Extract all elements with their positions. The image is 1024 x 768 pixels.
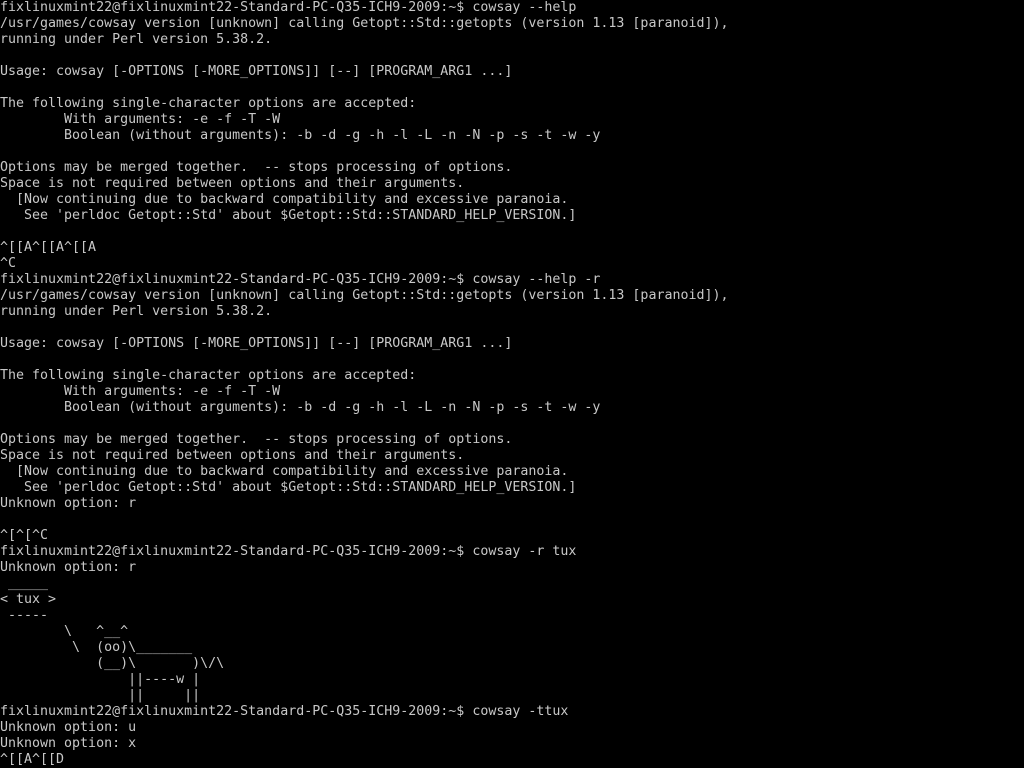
prompt-line: fixlinuxmint22@fixlinuxmint22-Standard-P… [0,544,577,559]
prompt-line: fixlinuxmint22@fixlinuxmint22-Standard-P… [0,272,601,287]
output-line: Options may be merged together. -- stops… [0,160,513,175]
prompt-line: fixlinuxmint22@fixlinuxmint22-Standard-P… [0,0,577,15]
output-line: Space is not required between options an… [0,448,465,463]
output-line: (__)\ )\/\ [0,656,225,671]
output-line: ^[[A^[[A^[[A [0,240,97,255]
output-line: running under Perl version 5.38.2. [0,32,273,47]
output-line: \ ^__^ [0,624,129,639]
output-line: ^[^[^C [0,528,49,543]
output-line: _____ [0,576,49,591]
output-line: Space is not required between options an… [0,176,465,191]
output-line: Unknown option: r [0,496,137,511]
output-line: Unknown option: u [0,720,137,735]
output-line: Options may be merged together. -- stops… [0,432,513,447]
output-line: ||----w | [0,672,201,687]
output-line: < tux > [0,592,57,607]
output-line: /usr/games/cowsay version [unknown] call… [0,288,729,303]
output-line: /usr/games/cowsay version [unknown] call… [0,16,729,31]
output-line: Boolean (without arguments): -b -d -g -h… [0,400,601,415]
output-line: \ (oo)\_______ [0,640,193,655]
output-line: With arguments: -e -f -T -W [0,384,281,399]
output-line: ^[[A^[[D [0,752,65,767]
output-line: With arguments: -e -f -T -W [0,112,281,127]
output-line: Usage: cowsay [-OPTIONS [-MORE_OPTIONS]]… [0,336,513,351]
terminal-window[interactable]: fixlinuxmint22@fixlinuxmint22-Standard-P… [0,0,1024,768]
output-line: Usage: cowsay [-OPTIONS [-MORE_OPTIONS]]… [0,64,513,79]
output-line: ^C [0,256,17,271]
prompt-line: fixlinuxmint22@fixlinuxmint22-Standard-P… [0,704,569,719]
output-line: ----- [0,608,49,623]
output-line: [Now continuing due to backward compatib… [0,192,569,207]
output-line: See 'perldoc Getopt::Std' about $Getopt:… [0,208,577,223]
output-line: Boolean (without arguments): -b -d -g -h… [0,128,601,143]
output-line: [Now continuing due to backward compatib… [0,464,569,479]
output-line: Unknown option: r [0,560,137,575]
output-line: The following single-character options a… [0,368,417,383]
output-line: running under Perl version 5.38.2. [0,304,273,319]
output-line: See 'perldoc Getopt::Std' about $Getopt:… [0,480,577,495]
output-line: || || [0,688,201,703]
output-line: Unknown option: x [0,736,137,751]
output-line: The following single-character options a… [0,96,417,111]
